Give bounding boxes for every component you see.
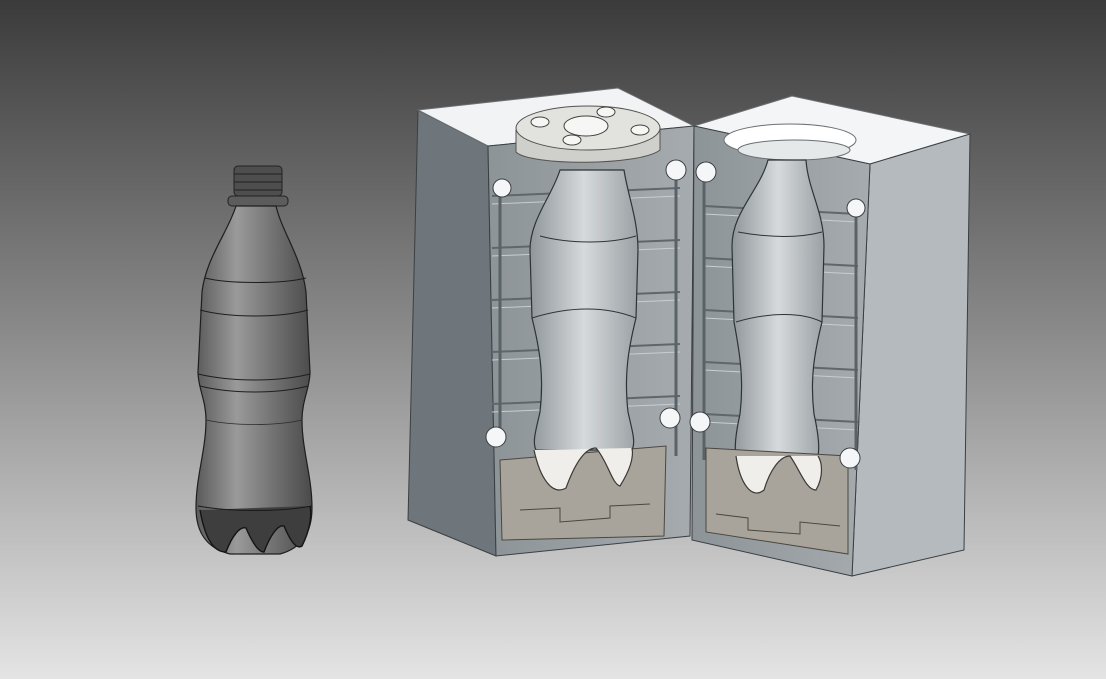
base-insert-left[interactable] [499, 445, 667, 541]
guide-hole-left-bottom [485, 426, 507, 448]
cad-viewport[interactable] [0, 0, 1106, 679]
guide-hole-left-top [492, 178, 512, 198]
bottle-neck-finish [233, 165, 283, 197]
mold-left-side-face [407, 109, 497, 557]
flange-bolt-hole-4 [562, 134, 582, 146]
bottle-neck-ring [227, 195, 289, 207]
flange-bolt-hole-1 [530, 116, 550, 128]
flange-bolt-hole-2 [596, 106, 616, 118]
mold-right-neck-recess-inner [737, 139, 851, 161]
mold-half-right[interactable] [689, 95, 971, 577]
flange-bolt-hole-3 [630, 124, 650, 136]
guide-hole-left-edge-top [665, 159, 687, 181]
bottle-cavity-left[interactable] [529, 169, 639, 451]
neck-flange-plate[interactable] [515, 105, 661, 163]
mold-right-side-face [851, 133, 971, 577]
flange-center-hole [563, 115, 609, 137]
guide-hole-left-edge-bottom [659, 407, 681, 429]
guide-hole-right-edge-top [695, 161, 717, 183]
guide-hole-right-edge-bottom [689, 411, 711, 433]
guide-hole-right-top [846, 198, 866, 218]
guide-hole-right-bottom [839, 447, 861, 469]
bottle-cavity-right[interactable] [731, 159, 825, 457]
